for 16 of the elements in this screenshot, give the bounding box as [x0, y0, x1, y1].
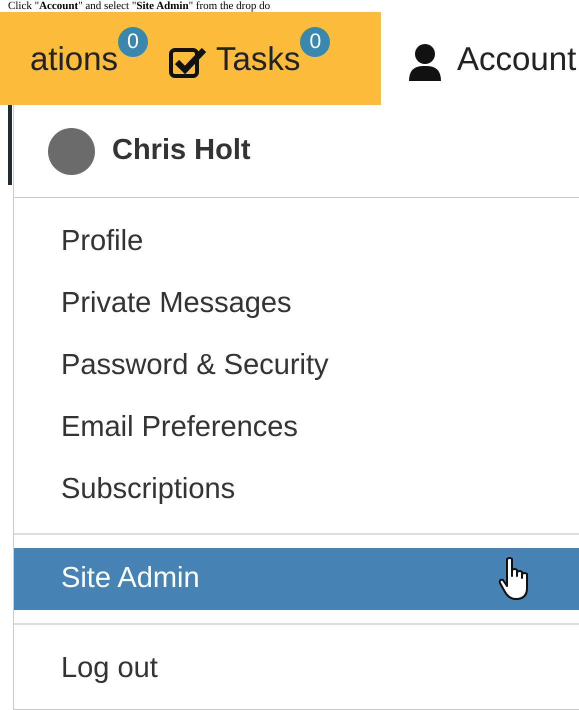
count-badge: 0 — [118, 27, 148, 57]
menu-item[interactable]: Password & Security — [14, 335, 579, 397]
menu-item[interactable]: Subscriptions — [14, 459, 579, 521]
count-badge: 0 — [300, 27, 330, 57]
hand-cursor-icon — [497, 556, 531, 602]
nav-item[interactable]: ations 0 — [0, 12, 160, 105]
menu-item[interactable]: Email Preferences — [14, 397, 579, 459]
avatar-placeholder — [48, 128, 95, 174]
menu-item[interactable]: Site Admin — [14, 548, 579, 610]
user-name: Chris Holt — [112, 133, 251, 168]
menu-item[interactable]: Private Messages — [14, 273, 579, 335]
nav-item[interactable]: Tasks 0 — [160, 12, 381, 105]
menu-item[interactable]: Profile — [14, 211, 579, 273]
instruction-text: Click "Account" and select "Site Admin" from the drop do — [7, 0, 270, 12]
user-icon — [407, 42, 443, 82]
menu-item[interactable]: Log out — [14, 638, 579, 700]
